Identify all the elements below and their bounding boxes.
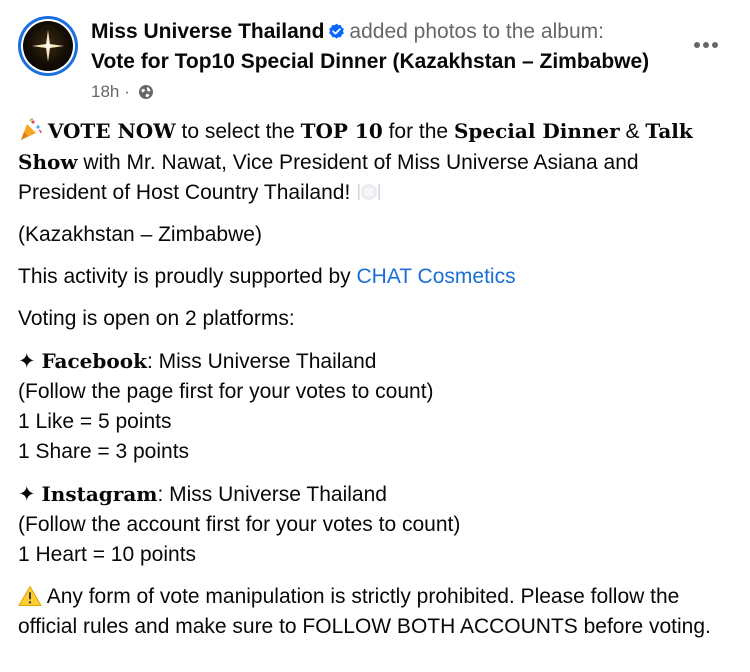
avatar[interactable] [18, 16, 78, 76]
facebook-like-points: 1 Like = 5 points [18, 410, 172, 433]
post-meta: 18h · [91, 81, 154, 103]
post-title-line: Miss Universe Thailand added photos to th… [91, 19, 604, 45]
chat-cosmetics-link[interactable]: CHAT Cosmetics [356, 265, 515, 288]
more-dots-icon [694, 42, 718, 48]
page-name-link[interactable]: Miss Universe Thailand [91, 20, 324, 43]
warning-paragraph: Any form of vote manipulation is strictl… [18, 582, 733, 642]
post-timestamp[interactable]: 18h [91, 82, 119, 101]
facebook-label: Facebook [41, 349, 147, 373]
instagram-account-text: : Miss Universe Thailand [157, 483, 387, 506]
plate-cutlery-icon [358, 184, 381, 200]
special-dinner-text: Special Dinner [453, 119, 620, 143]
globe-icon[interactable] [138, 84, 154, 100]
sparkle-icon: ✦ [18, 483, 42, 506]
sparkle-icon: ✦ [18, 350, 42, 373]
facebook-account-text: : Miss Universe Thailand [146, 350, 377, 373]
post-header: Miss Universe Thailand added photos to th… [0, 0, 750, 110]
intro-text-1: to select the [175, 120, 301, 143]
instagram-heart-points: 1 Heart = 10 points [18, 543, 197, 566]
verified-badge-icon [329, 23, 345, 39]
vote-now-text: VOTE NOW [47, 119, 176, 143]
sponsor-paragraph: This activity is proudly supported by CH… [18, 262, 733, 292]
facebook-share-points: 1 Share = 3 points [18, 440, 190, 463]
sponsor-text: This activity is proudly supported by [18, 265, 357, 288]
intro-ampersand: & [619, 120, 646, 143]
intro-text-3: with Mr. Nawat, Vice President of Miss U… [18, 151, 639, 204]
post-action-text: added photos to the album: [349, 20, 604, 43]
meta-separator: · [124, 82, 130, 101]
avatar-ring [21, 19, 75, 73]
warning-icon [18, 586, 42, 606]
post-body: VOTE NOW to select the TOP 10 for the Sp… [18, 116, 733, 654]
post-paragraph-intro: VOTE NOW to select the TOP 10 for the Sp… [18, 116, 733, 208]
album-title-link[interactable]: Vote for Top10 Special Dinner (Kazakhsta… [91, 49, 649, 75]
top10-text: TOP 10 [300, 119, 383, 143]
intro-text-2: for the [382, 120, 454, 143]
facebook-follow-note: (Follow the page first for your votes to… [18, 380, 434, 403]
more-options-button[interactable] [688, 30, 724, 60]
facebook-voting-block: ✦ Facebook: Miss Universe Thailand (Foll… [18, 346, 733, 467]
platforms-intro-text: Voting is open on 2 platforms: [18, 307, 295, 330]
party-popper-icon [21, 118, 42, 140]
warning-text: Any form of vote manipulation is strictl… [18, 585, 711, 638]
instagram-voting-block: ✦ Instagram: Miss Universe Thailand (Fol… [18, 479, 733, 570]
countries-range-text: (Kazakhstan – Zimbabwe) [18, 223, 262, 246]
star-logo-icon [23, 21, 73, 71]
instagram-follow-note: (Follow the account first for your votes… [18, 513, 461, 536]
instagram-label: Instagram [41, 482, 158, 506]
